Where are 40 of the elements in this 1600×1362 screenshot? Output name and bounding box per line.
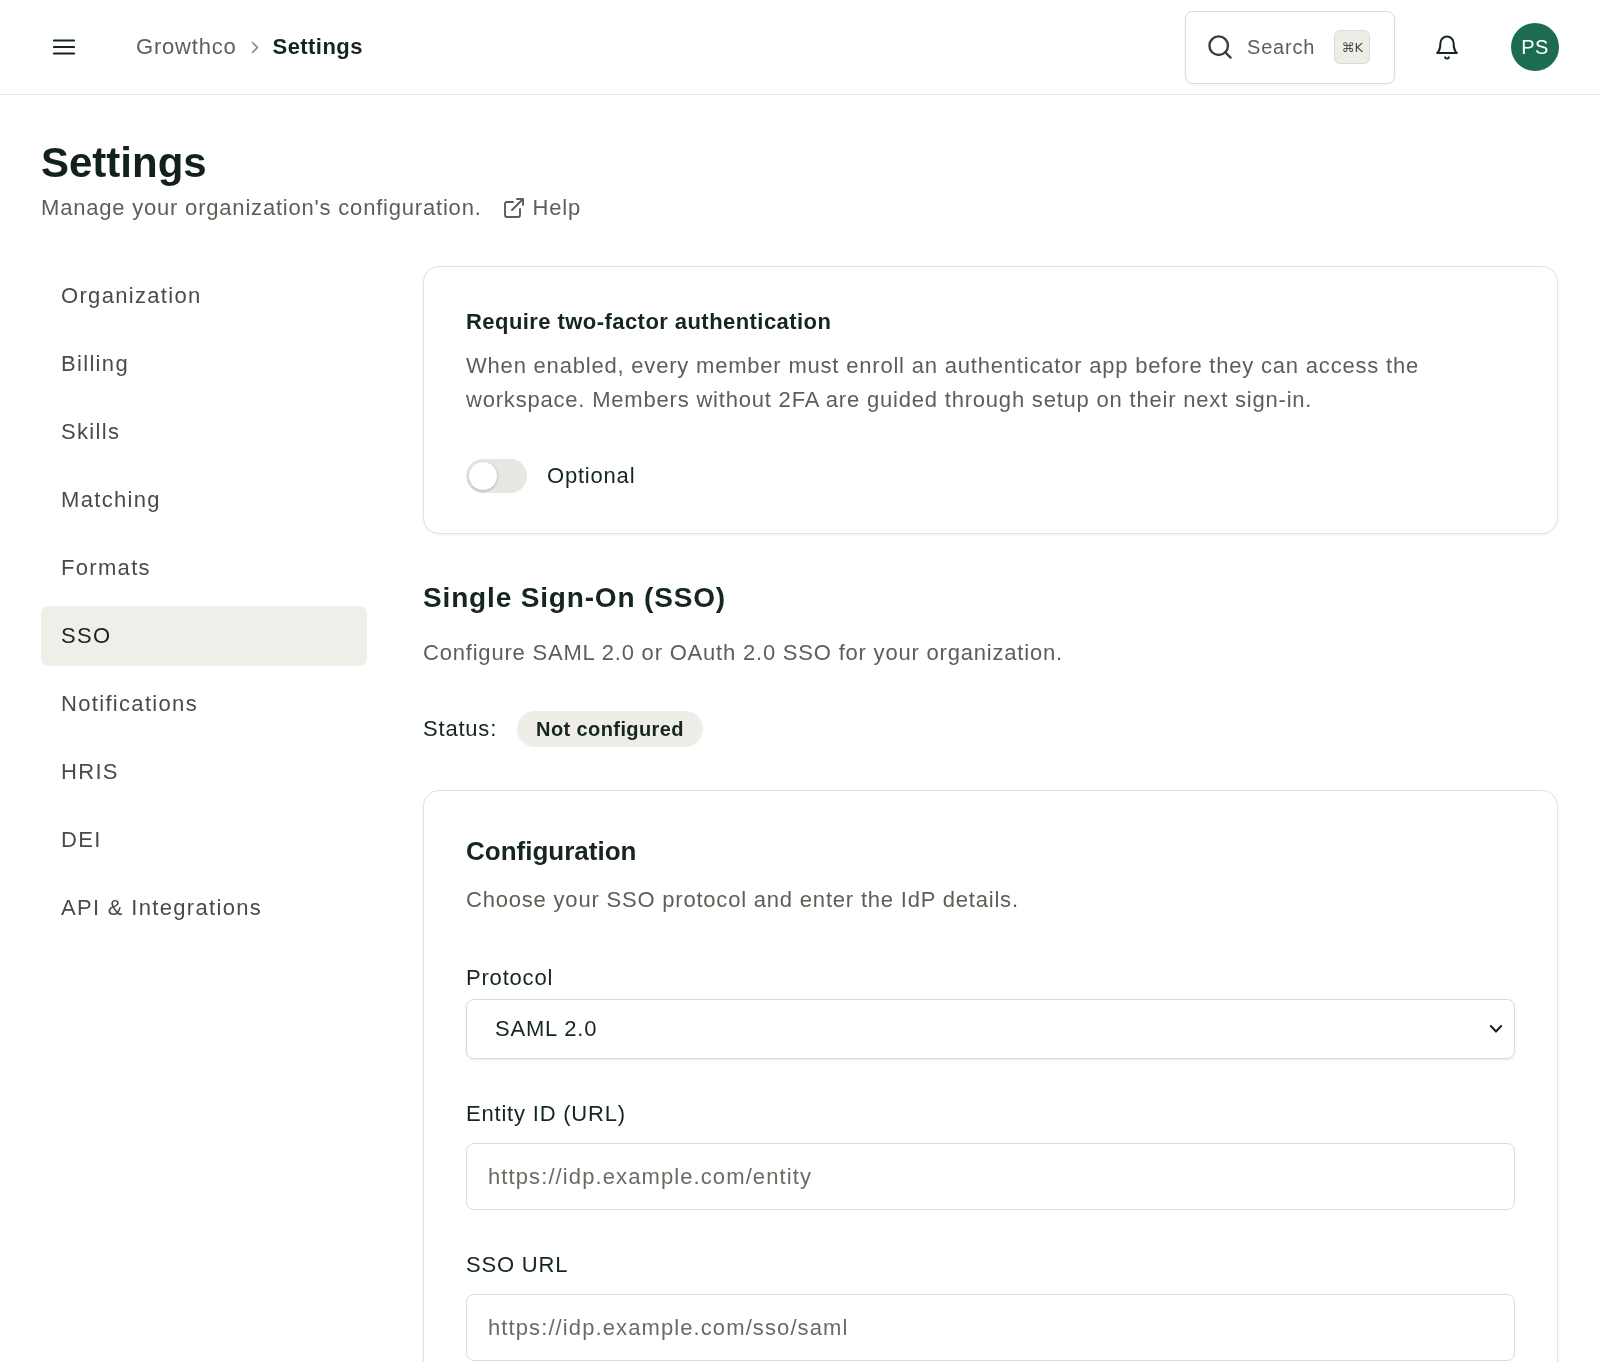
sidebar-item[interactable]: HRIS	[41, 742, 367, 802]
protocol-dropdown[interactable]: SAML 2.0	[466, 999, 1515, 1060]
chevron-down-icon	[1489, 1024, 1503, 1035]
sidebar-item[interactable]: API & Integrations	[41, 878, 367, 938]
card-title: Configuration	[466, 835, 638, 869]
sidebar-item[interactable]: DEI	[41, 810, 367, 870]
search-icon	[1208, 35, 1232, 59]
page-title: Settings	[41, 138, 208, 188]
status-label: Status:	[423, 716, 498, 743]
section-title: Single Sign-On (SSO)	[423, 581, 728, 615]
page-subtitle: Manage your organization's configuration.	[41, 194, 482, 222]
search-button[interactable]: Search ⌘K	[1185, 10, 1395, 84]
status-badge: Not configured	[517, 711, 703, 748]
field-label: Protocol	[466, 964, 555, 993]
sidebar-item[interactable]: Skills	[41, 402, 367, 462]
sidebar-item[interactable]: Notifications	[41, 674, 367, 734]
sidebar-item[interactable]: Organization	[41, 266, 367, 326]
bell-icon[interactable]	[1436, 34, 1458, 60]
text-input-field[interactable]: https://idp.example.com/entity	[466, 1143, 1515, 1211]
chevron-right-icon	[250, 40, 259, 54]
text-input-field[interactable]: https://idp.example.com/sso/saml	[466, 1294, 1515, 1362]
section-description: Configure SAML 2.0 or OAuth 2.0 SSO for your organization.	[423, 639, 1064, 668]
card-description: When enabled, every member must enroll an authenticator app before they can access the workspace. Members without 2FA are guided through setup on their next sign-in.	[466, 352, 1420, 414]
avatar[interactable]: PS	[1511, 23, 1559, 71]
card-description: Choose your SSO protocol and enter the IdP details.	[466, 886, 1020, 915]
sidebar-item[interactable]: Billing	[41, 334, 367, 394]
keyboard-shortcut: ⌘K	[1334, 30, 1371, 64]
menu-icon[interactable]	[53, 39, 75, 55]
sidebar-item[interactable]: Formats	[41, 538, 367, 598]
field-label: Entity ID (URL)	[466, 1100, 627, 1129]
toggle-label: Optional	[547, 463, 636, 489]
sidebar-item[interactable]: SSO	[41, 606, 367, 666]
card-title: Require two-factor authentication	[466, 309, 833, 335]
help-link[interactable]: Help	[503, 193, 582, 223]
external-link-icon	[503, 198, 524, 218]
field-label: SSO URL	[466, 1251, 570, 1280]
breadcrumb-link[interactable]: Growthco	[136, 34, 237, 60]
sidebar-item[interactable]: Matching	[41, 470, 367, 530]
breadcrumb-current: Settings	[272, 34, 363, 60]
toggle-switch[interactable]	[466, 459, 527, 493]
